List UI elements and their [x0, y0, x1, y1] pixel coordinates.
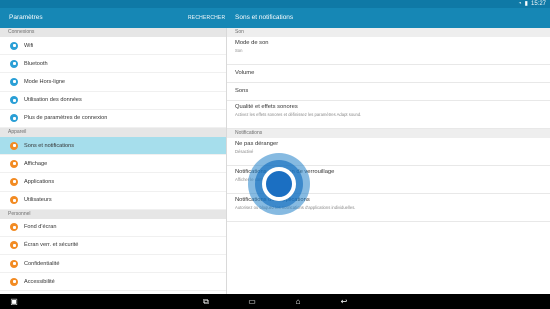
sidebar-item-label: Sons et notifications — [24, 142, 75, 149]
search-button[interactable]: RECHERCHER — [188, 8, 225, 28]
back-icon[interactable]: ↩ — [334, 294, 354, 309]
sound-icon — [10, 141, 18, 150]
data-usage-icon — [10, 96, 18, 105]
sidebar-item-more-connections[interactable]: Plus de paramètres de connexion — [0, 110, 226, 128]
more-connections-icon — [10, 114, 18, 123]
wifi-status-icon: ◔ — [518, 1, 522, 7]
sidebar-item-bluetooth[interactable]: Bluetooth — [0, 55, 226, 74]
touch-point-indicator — [262, 167, 296, 201]
sidebar-section-personnel: Personnel — [0, 209, 226, 219]
lock-icon — [10, 241, 18, 250]
sidebar-item-label: Plus de paramètres de connexion — [24, 115, 108, 122]
accessibility-icon — [10, 277, 18, 286]
sidebar-item-label: Fond d'écran — [24, 224, 57, 231]
setting-subtitle: Activez les effets sonores et définissez… — [235, 112, 362, 117]
sidebar-item-users[interactable]: Utilisateurs — [0, 192, 226, 210]
apps-icon — [10, 177, 18, 186]
wallpaper-icon — [10, 223, 18, 232]
overview-icon[interactable]: ▭ — [242, 294, 262, 309]
sidebar-item-applications[interactable]: Applications — [0, 173, 226, 192]
sidebar-item-data-usage[interactable]: Utilisation des données — [0, 92, 226, 110]
display-icon — [10, 159, 18, 168]
sidebar-item-lock-security[interactable]: Écran verr. et sécurité — [0, 237, 226, 256]
sidebar-item-label: Confidentialité — [24, 260, 60, 267]
recent-apps-icon[interactable]: ▣ — [4, 294, 24, 309]
users-icon — [10, 196, 18, 205]
section-header-son: Son — [227, 28, 550, 37]
sidebar-item-label: Wifi — [24, 42, 34, 49]
sidebar-section-appareil: Appareil — [0, 127, 226, 137]
sidebar-item-label: Écran verr. et sécurité — [24, 242, 79, 249]
sidebar-item-privacy[interactable]: Confidentialité — [0, 255, 226, 274]
setting-title: Ne pas déranger — [235, 141, 279, 147]
setting-sound-quality[interactable]: Qualité et effets sonores Activez les ef… — [227, 101, 550, 129]
sidebar-item-label: Affichage — [24, 160, 48, 167]
sidebar-item-airplane-mode[interactable]: Mode Hors-ligne — [0, 73, 226, 92]
sidebar-item-label: Utilisation des données — [24, 97, 82, 104]
setting-volume[interactable]: Volume — [227, 65, 550, 83]
setting-title: Mode de son — [235, 40, 269, 46]
setting-title: Sons — [235, 88, 249, 94]
sidebar-item-label: Bluetooth — [24, 60, 48, 67]
status-icons: ◔ ▮ 15:27 — [518, 0, 546, 8]
sidebar-item-label: Mode Hors-ligne — [24, 78, 66, 85]
detail-title: Sons et notifications — [235, 14, 294, 21]
sidebar-item-wallpaper[interactable]: Fond d'écran — [0, 219, 226, 237]
sidebar-item-wifi[interactable]: Wifi — [0, 37, 226, 56]
battery-icon: ▮ — [524, 1, 528, 7]
sidebar-item-label: Accessibilité — [24, 278, 55, 285]
setting-sounds[interactable]: Sons — [227, 83, 550, 101]
sidebar-item-sounds-notifications[interactable]: Sons et notifications — [0, 136, 226, 156]
bluetooth-icon — [10, 59, 18, 68]
wifi-icon — [10, 41, 18, 50]
setting-title: Volume — [235, 70, 255, 76]
sidebar-item-label: Utilisateurs — [24, 197, 52, 204]
status-time: 15:27 — [530, 1, 546, 7]
sidebar-section-connexions: Connexions — [0, 28, 226, 37]
sidebar-item-accessibility[interactable]: Accessibilité — [0, 273, 226, 292]
settings-sidebar: Connexions Wifi Bluetooth Mode Hors-lign… — [0, 28, 227, 294]
navigation-bar: ▣ ⧉ ▭ ⌂ ↩ — [0, 294, 550, 309]
home-icon[interactable]: ⌂ — [288, 294, 308, 309]
sidebar-item-label: Applications — [24, 178, 55, 185]
setting-sound-mode[interactable]: Mode de son Son — [227, 37, 550, 65]
setting-subtitle: Son — [235, 48, 243, 53]
sidebar-item-display[interactable]: Affichage — [0, 155, 226, 174]
airplane-icon — [10, 77, 18, 86]
section-header-notifications: Notifications — [227, 129, 550, 138]
privacy-icon — [10, 259, 18, 268]
app-bar: Paramètres RECHERCHER Sons et notificati… — [0, 8, 550, 28]
page-title: Paramètres — [9, 14, 43, 21]
status-bar: ◔ ▮ 15:27 — [0, 0, 550, 8]
multi-window-icon[interactable]: ⧉ — [196, 294, 216, 309]
setting-title: Qualité et effets sonores — [235, 104, 298, 110]
